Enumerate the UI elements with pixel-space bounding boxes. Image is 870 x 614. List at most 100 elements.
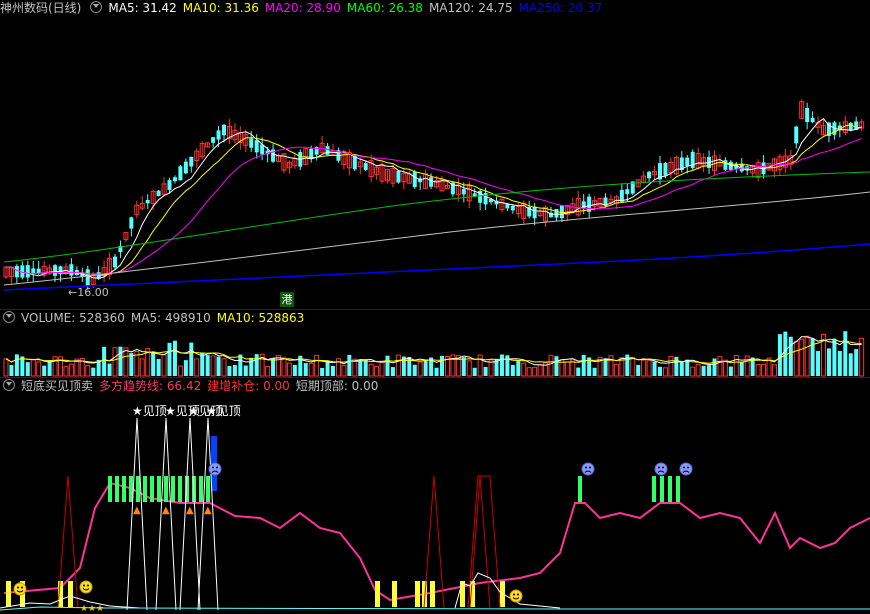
volume-bar [793,340,799,377]
volume-bar [472,367,477,376]
sad-face-icon-eye [585,466,587,469]
volume-bar [526,367,532,377]
smile-face-icon-eye [17,586,19,589]
volume-bar [712,358,717,376]
volume-bar [308,362,314,377]
volume-bar [826,348,831,376]
volume-bar [440,355,444,376]
bottom-signal-bar [430,581,435,607]
volume-chart[interactable] [0,310,870,378]
sad-face-icon [679,462,693,476]
top-signal-label: ★见顶 [206,404,241,418]
candle-down [167,180,172,190]
volume-bar [20,356,25,376]
volume-bar [630,357,636,377]
buy-signal-bar [676,476,680,502]
smile-face-icon-eye [21,586,23,589]
candle-down [172,177,177,182]
volume-bar [68,363,74,377]
volume-bar [107,363,112,376]
sad-face-icon [208,462,222,476]
smile-face-icon [13,582,27,596]
volume-bar [674,356,679,376]
buy-signal-bar [178,476,182,502]
candle-down [25,265,30,278]
smile-face-icon [509,589,523,603]
volume-bar [412,364,417,376]
volume-bar [292,364,297,376]
volume-bar [216,356,221,376]
sad-face-icon-eye [683,466,685,469]
volume-bar [227,366,232,376]
candle-down [85,269,90,286]
volume-bar [177,365,183,377]
candle-down [794,126,799,144]
candle-down [363,163,368,170]
volume-bar [210,355,216,377]
volume-bar [788,336,793,376]
buy-signal-bar [171,476,175,502]
volume-bar [151,352,156,376]
star-icon: ★ [88,604,96,614]
candle-down [36,268,41,274]
volume-bar [505,355,510,376]
volume-bar [331,365,335,376]
bottom-signal-bar [460,581,465,607]
volume-bar [243,365,248,376]
volume-bar [854,349,859,376]
bottom-signal-bar [375,581,380,607]
buy-signal-bar [578,476,582,502]
volume-bar [613,363,619,377]
candle-down [429,177,434,187]
candle-down [178,166,183,181]
volume-bar [537,364,543,377]
volume-bar [281,357,287,377]
volume-panel[interactable]: VOLUME: 528360 MA5: 498910 MA10: 528863 [0,310,870,378]
volume-bar [36,361,42,377]
volume-bar [325,360,330,376]
volume-bar [739,361,744,376]
volume-bar [728,366,733,376]
volume-bar [3,358,9,377]
volume-bar [564,361,570,377]
volume-bar [554,356,559,376]
volume-bar [744,355,750,377]
trend-line [3,481,870,602]
candle-down [690,151,695,169]
volume-bar [417,361,423,377]
volume-bar [668,356,674,377]
candle-down [663,162,668,176]
volume-bar [30,359,36,377]
volume-bar [690,366,696,377]
volume-bar [816,351,821,376]
volume-bar [733,354,739,377]
star-icon: ★ [96,604,104,614]
volume-bar [232,365,237,376]
volume-bar [167,342,172,376]
volume-bar [771,364,777,377]
candlestick-chart[interactable] [0,0,870,310]
candle-down [554,209,559,218]
volume-bar [314,354,320,377]
volume-bar [510,364,515,376]
smile-face-icon-eye [513,593,515,596]
candle-down [848,122,853,130]
volume-bar [521,362,527,377]
volume-bar [172,340,177,376]
sad-face-icon [581,462,595,476]
volume-bar [390,367,395,376]
volume-bar [254,354,259,376]
volume-bar [832,338,837,376]
price-panel[interactable]: 神州数码(日线) MA5: 31.42 MA10: 31.36 MA20: 28.90… [0,0,870,310]
volume-bar [129,353,134,376]
candle-down [461,189,466,195]
indicator-chart[interactable]: ▲ ▲ ▲ ▲★ ★ ★ [0,378,870,614]
hk-connect-badge: 港 [280,292,294,307]
candle-down [505,204,510,209]
candle-down [412,171,417,188]
volume-bar [194,358,200,377]
candle-down [647,171,652,179]
volume-bar [320,367,325,376]
volume-bar [221,358,227,377]
indicator-panel[interactable]: 短底买见顶卖 多方趋势线: 66.42 建增补仓: 0.00 短期顶部: 0.00 ▲… [0,378,870,614]
